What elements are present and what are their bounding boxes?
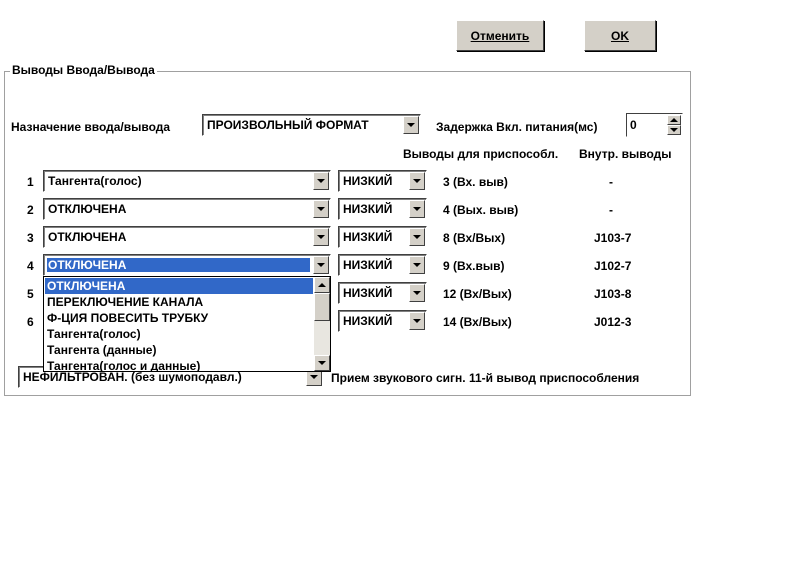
row4-function-value: ОТКЛЮЧЕНА [47, 258, 310, 272]
dropdown-item[interactable]: Тангента(голос и данные) [45, 358, 313, 371]
group-title: Выводы Ввода/Вывода [10, 63, 157, 77]
chevron-down-icon[interactable] [313, 200, 329, 218]
row1-internal-pin: - [609, 175, 613, 189]
dropdown-item[interactable]: ОТКЛЮЧЕНА [45, 278, 313, 294]
dropdown-item[interactable]: ПЕРЕКЛЮЧЕНИЕ КАНАЛА [45, 294, 313, 310]
row6-device-pin: 14 (Вх/Вых) [443, 315, 512, 329]
dropdown-item[interactable]: Тангента(голос) [45, 326, 313, 342]
row4-level-select[interactable]: НИЗКИЙ [338, 254, 427, 276]
chevron-down-icon[interactable] [403, 116, 419, 134]
chevron-down-icon[interactable] [409, 200, 425, 218]
row6-internal-pin: J012-3 [594, 315, 632, 329]
row-number: 2 [27, 203, 34, 217]
row2-internal-pin: - [609, 203, 613, 217]
power-delay-label: Задержка Вкл. питания(мс) [436, 120, 598, 134]
dropdown-item[interactable]: Тангента (данные) [45, 342, 313, 358]
row6-level-value: НИЗКИЙ [343, 314, 393, 328]
chevron-down-icon[interactable] [409, 312, 425, 330]
chevron-down-icon[interactable] [409, 228, 425, 246]
row1-level-value: НИЗКИЙ [343, 174, 393, 188]
scroll-up-icon[interactable] [314, 277, 330, 293]
row3-function-value: ОТКЛЮЧЕНА [48, 230, 127, 244]
scrollbar-thumb[interactable] [314, 293, 330, 321]
row5-device-pin: 12 (Вх/Вых) [443, 287, 512, 301]
row1-level-select[interactable]: НИЗКИЙ [338, 170, 427, 192]
internal-pins-header: Внутр. выводы [579, 147, 672, 161]
row2-device-pin: 4 (Вых. выв) [443, 203, 519, 217]
io-purpose-label: Назначение ввода/вывода [11, 120, 171, 134]
io-purpose-value: ПРОИЗВОЛЬНЫЙ ФОРМАТ [207, 118, 369, 132]
spin-up-icon[interactable] [667, 115, 681, 125]
chevron-down-icon[interactable] [313, 228, 329, 246]
row-number: 3 [27, 231, 34, 245]
scroll-down-icon[interactable] [314, 355, 330, 371]
dropdown-item[interactable]: Ф-ЦИЯ ПОВЕСИТЬ ТРУБКУ [45, 310, 313, 326]
function-dropdown-list[interactable]: ОТКЛЮЧЕНА ПЕРЕКЛЮЧЕНИЕ КАНАЛА Ф-ЦИЯ ПОВЕ… [43, 276, 331, 372]
row2-level-select[interactable]: НИЗКИЙ [338, 198, 427, 220]
chevron-down-icon[interactable] [313, 172, 329, 190]
audio-filter-label: Прием звукового сигн. 11-й вывод приспос… [331, 371, 640, 385]
row3-level-select[interactable]: НИЗКИЙ [338, 226, 427, 248]
row4-function-select[interactable]: ОТКЛЮЧЕНА [43, 254, 331, 276]
device-pins-header: Выводы для приспособл. [403, 147, 559, 161]
row5-level-value: НИЗКИЙ [343, 286, 393, 300]
row3-device-pin: 8 (Вх/Вых) [443, 231, 506, 245]
row2-function-value: ОТКЛЮЧЕНА [48, 202, 127, 216]
row3-level-value: НИЗКИЙ [343, 230, 393, 244]
cancel-button[interactable]: Отменить [456, 20, 544, 51]
cancel-button-label: Отменить [470, 28, 530, 43]
row4-level-value: НИЗКИЙ [343, 258, 393, 272]
row5-level-select[interactable]: НИЗКИЙ [338, 282, 427, 304]
row5-internal-pin: J103-8 [594, 287, 632, 301]
row4-internal-pin: J102-7 [594, 259, 632, 273]
ok-button-label: OK [611, 28, 629, 43]
row-number: 4 [27, 259, 34, 273]
spin-down-icon[interactable] [667, 125, 681, 135]
row2-level-value: НИЗКИЙ [343, 202, 393, 216]
row6-level-select[interactable]: НИЗКИЙ [338, 310, 427, 332]
row1-function-value: Тангента(голос) [48, 174, 142, 188]
row1-device-pin: 3 (Вх. выв) [443, 175, 508, 189]
chevron-down-icon[interactable] [409, 284, 425, 302]
dropdown-scrollbar[interactable] [314, 277, 330, 371]
row1-function-select[interactable]: Тангента(голос) [43, 170, 331, 192]
chevron-down-icon[interactable] [409, 172, 425, 190]
chevron-down-icon[interactable] [313, 256, 329, 274]
power-delay-value: 0 [630, 118, 637, 132]
power-delay-spinner[interactable]: 0 [626, 113, 683, 137]
chevron-down-icon[interactable] [409, 256, 425, 274]
row-number: 5 [27, 287, 34, 301]
row-number: 1 [27, 175, 34, 189]
audio-filter-value: НЕФИЛЬТРОВАН. (без шумоподавл.) [23, 370, 242, 384]
row4-device-pin: 9 (Вх.выв) [443, 259, 505, 273]
row2-function-select[interactable]: ОТКЛЮЧЕНА [43, 198, 331, 220]
row3-internal-pin: J103-7 [594, 231, 632, 245]
ok-button[interactable]: OK [584, 20, 656, 51]
row3-function-select[interactable]: ОТКЛЮЧЕНА [43, 226, 331, 248]
row-number: 6 [27, 315, 34, 329]
io-purpose-select[interactable]: ПРОИЗВОЛЬНЫЙ ФОРМАТ [202, 114, 421, 136]
